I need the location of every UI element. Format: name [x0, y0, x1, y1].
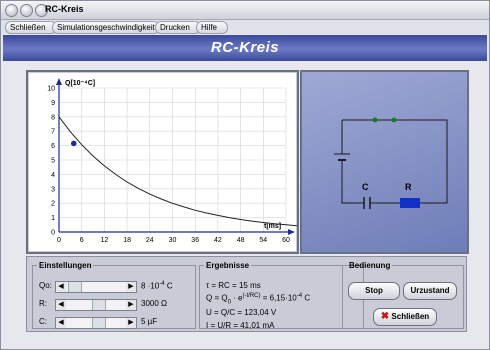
stop-button[interactable]: Stop	[348, 282, 400, 300]
window-title: RC-Kreis	[45, 4, 84, 14]
reset-button[interactable]: Urzustand	[403, 282, 457, 300]
settings-legend: Einstellungen	[39, 261, 92, 270]
y-tick-label: 3	[51, 186, 55, 193]
app-window: RC-Kreis Schließen Simulationsgeschwindi…	[0, 0, 490, 350]
result-current: I = U/R = 41,01 mA	[206, 321, 275, 330]
q0-left-arrow-icon[interactable]: ◀	[56, 282, 66, 292]
r-right-arrow-icon[interactable]: ▶	[126, 300, 136, 310]
minimize-window-icon[interactable]	[20, 4, 33, 17]
y-tick-label: 6	[51, 143, 55, 150]
q0-value-exp: -4	[159, 281, 165, 287]
menu-bar: Schließen Simulationsgeschwindigkeit Dru…	[1, 20, 489, 34]
bottom-panel: Einstellungen Qo: ◀ ▶ 8 ·10-4 C R: ◀ ▶ 3…	[26, 256, 467, 332]
q0-value-mult: ·10	[147, 281, 160, 291]
y-axis-arrow-icon	[56, 78, 62, 85]
x-tick-label: 36	[191, 237, 199, 244]
x-tick-label: 24	[146, 237, 154, 244]
result-charge-unit: C	[304, 293, 311, 303]
menu-help[interactable]: Hilfe	[196, 21, 228, 34]
r-slider-thumb[interactable]	[92, 300, 107, 310]
x-tick-label: 42	[214, 237, 222, 244]
x-tick-label: 48	[237, 237, 245, 244]
results-group: Ergebnisse τ = RC = 15 ms Q = Q0 · e(-t/…	[199, 261, 364, 330]
x-axis-arrow-icon	[288, 229, 295, 235]
y-axis-label: Q[10⁻⁴C]	[65, 80, 95, 87]
x-tick-label: 30	[169, 237, 177, 244]
close-window-icon[interactable]	[5, 4, 18, 17]
q0-slider[interactable]: ◀ ▶	[55, 281, 137, 293]
c-value: 5 µF	[141, 317, 158, 326]
circuit-diagram: C R	[334, 117, 448, 209]
capacitor-label: C	[362, 182, 369, 192]
menu-close[interactable]: Schließen	[5, 21, 57, 34]
close-x-icon: ✖	[380, 311, 390, 322]
c-right-arrow-icon[interactable]: ▶	[126, 318, 136, 328]
menu-simulation-speed[interactable]: Simulationsgeschwindigkeit	[52, 21, 160, 34]
close-button-label: Schließen	[391, 312, 430, 321]
page-title: RC-Kreis	[210, 39, 280, 56]
y-tick-label: 2	[51, 201, 55, 208]
result-charge-sub: 0	[227, 299, 231, 306]
q0-value: 8 ·10-4 C	[141, 281, 173, 291]
q0-label: Qo:	[39, 281, 52, 290]
x-tick-label: 0	[57, 237, 61, 244]
circuit-wire-top-right	[342, 119, 448, 204]
c-slider[interactable]: ◀ ▶	[55, 317, 137, 329]
controls-group: Bedienung Stop Urzustand ✖ Schließen	[342, 261, 464, 329]
q0-slider-thumb[interactable]	[68, 282, 83, 292]
current-point-marker	[70, 140, 77, 147]
y-tick-label: 5	[51, 158, 55, 165]
x-tick-label: 60	[282, 237, 290, 244]
y-tick-label: 1	[51, 215, 55, 222]
x-tick-label: 12	[101, 237, 109, 244]
y-tick-label: 0	[51, 230, 55, 237]
r-label: R:	[39, 299, 47, 308]
x-tick-label: 18	[123, 237, 131, 244]
result-charge-a: Q = Q	[206, 293, 228, 303]
resistor-icon	[400, 198, 420, 208]
resistor-label: R	[405, 182, 412, 192]
close-button[interactable]: ✖ Schließen	[373, 308, 437, 326]
discharge-curve	[58, 116, 298, 227]
c-left-arrow-icon[interactable]: ◀	[56, 318, 66, 328]
c-slider-thumb[interactable]	[92, 318, 107, 328]
r-slider[interactable]: ◀ ▶	[55, 299, 137, 311]
circuit-panel: C R	[300, 70, 469, 254]
result-charge: Q = Q0 · e(-t/RC) = 6,15·10-4 C	[206, 293, 310, 305]
c-label: C:	[39, 317, 47, 326]
result-tau: τ = RC = 15 ms	[206, 281, 261, 290]
y-tick-label: 9	[51, 100, 55, 107]
result-charge-value: = 6,15·10	[262, 293, 297, 303]
menu-print[interactable]: Drucken	[155, 21, 201, 34]
x-tick-label: 54	[259, 237, 267, 244]
q0-value-number: 8	[141, 281, 146, 291]
controls-legend: Bedienung	[349, 261, 391, 270]
switch-node-right[interactable]	[391, 117, 397, 123]
r-left-arrow-icon[interactable]: ◀	[56, 300, 66, 310]
q0-value-unit: C	[166, 281, 173, 291]
x-tick-label: 6	[80, 237, 84, 244]
settings-group: Einstellungen Qo: ◀ ▶ 8 ·10-4 C R: ◀ ▶ 3…	[32, 261, 196, 329]
y-tick-label: 10	[47, 86, 55, 93]
results-legend: Ergebnisse	[206, 261, 250, 270]
chart-panel: 0 6 12 18 24 30 36 42 48 54 60 0 1 2 3 4 5 6 7 8 9 10 Q[10⁻⁴C]…	[26, 70, 299, 254]
y-tick-label: 8	[51, 114, 55, 121]
y-tick-label: 7	[51, 129, 55, 136]
header-banner: RC-Kreis	[3, 35, 487, 61]
charge-chart: 0 6 12 18 24 30 36 42 48 54 60012345678910Q[10⁻⁴C]…	[47, 78, 298, 244]
r-value: 3000 Ω	[141, 299, 167, 308]
switch-node-left[interactable]	[372, 117, 378, 123]
y-tick-label: 4	[51, 172, 55, 179]
result-charge-exp2: -4	[296, 293, 303, 299]
title-bar: RC-Kreis	[1, 1, 489, 20]
result-charge-exp: (-t/RC)	[242, 293, 261, 299]
q0-right-arrow-icon[interactable]: ▶	[126, 282, 136, 292]
circuit-wire-bottom-left	[341, 160, 364, 204]
result-voltage: U = Q/C = 123,04 V	[206, 308, 277, 317]
